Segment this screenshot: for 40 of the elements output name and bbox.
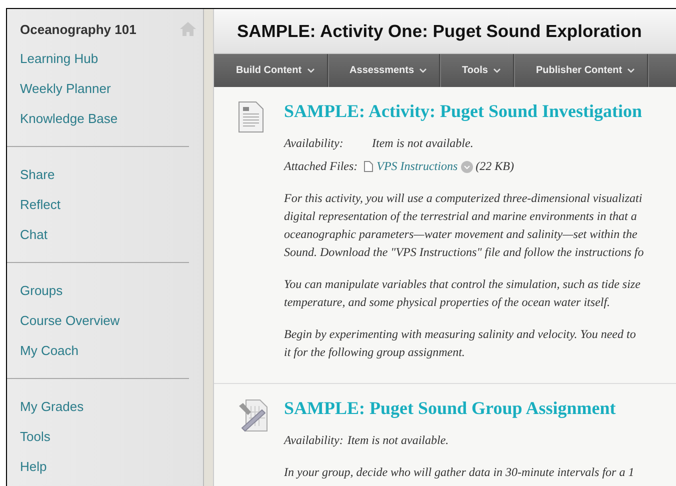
paragraph: You can manipulate variables that control the simulation, such as tide size temperature, and some physical properties of the ocean water itself.: [284, 276, 642, 311]
chevron-icon: [627, 68, 636, 73]
availability-text: Item is not available.: [347, 433, 449, 448]
file-link[interactable]: VPS Instructions: [376, 159, 458, 174]
paragraph: In your group, decide who will gather data in 30-minute intervals for a 1: [284, 464, 634, 481]
menu-item[interactable]: Chat: [7, 225, 48, 255]
menu-item[interactable]: My Grades: [7, 397, 84, 427]
item-title[interactable]: SAMPLE: Activity: Puget Sound Investigation: [284, 101, 644, 122]
document-icon: [238, 101, 264, 133]
toolbar-menu[interactable]: Assessments: [328, 54, 440, 87]
file-icon: [364, 161, 373, 172]
item-title[interactable]: SAMPLE: Puget Sound Group Assignment: [284, 398, 634, 419]
assignment-icon: [238, 398, 270, 434]
splitter-bar[interactable]: [203, 9, 214, 486]
availability-text: Item is not available.: [372, 136, 474, 151]
dropdown-icon[interactable]: [460, 160, 473, 172]
menu-item[interactable]: Reflect: [7, 195, 60, 225]
chevron-icon: [419, 68, 428, 73]
menu-item[interactable]: Share: [7, 165, 55, 195]
menu-item[interactable]: My Coach: [7, 341, 79, 371]
file-size: (22 KB): [476, 159, 514, 174]
toolbar-menu[interactable]: Build Content: [214, 54, 328, 87]
menu-item[interactable]: Course Overview: [7, 311, 120, 341]
toolbar-menu[interactable]: Tools: [440, 54, 514, 87]
availability-label: Availability:: [284, 433, 344, 448]
menu-item[interactable]: Knowledge Base: [7, 109, 118, 139]
menu-item[interactable]: Help: [7, 457, 47, 486]
chevron-icon: [306, 68, 315, 73]
paragraph: Begin by experimenting with measuring salinity and velocity. You need to it for the following group assignment.: [284, 326, 637, 361]
toolbar-menu[interactable]: Publisher Content: [514, 54, 648, 87]
menu-item[interactable]: Learning Hub: [7, 49, 98, 79]
menu-item[interactable]: Groups: [7, 281, 63, 311]
menu-item[interactable]: Weekly Planner: [7, 79, 111, 109]
chevron-icon: [492, 68, 501, 73]
paragraph: For this activity, you will use a computerized three-dimensional visualizati digital representation of the terrestrial and marine environments in that a oceanographic parameters—water movement and salinity—set within the Sound. Download the "VPS Instructions" file and follow the instructions fo: [284, 190, 644, 261]
home-icon[interactable]: [179, 21, 197, 37]
availability-label: Availability:: [284, 136, 344, 151]
menu-item[interactable]: Tools: [7, 427, 50, 457]
course-title: Oceanography 101: [20, 22, 136, 36]
files-label: Attached Files:: [284, 159, 358, 174]
